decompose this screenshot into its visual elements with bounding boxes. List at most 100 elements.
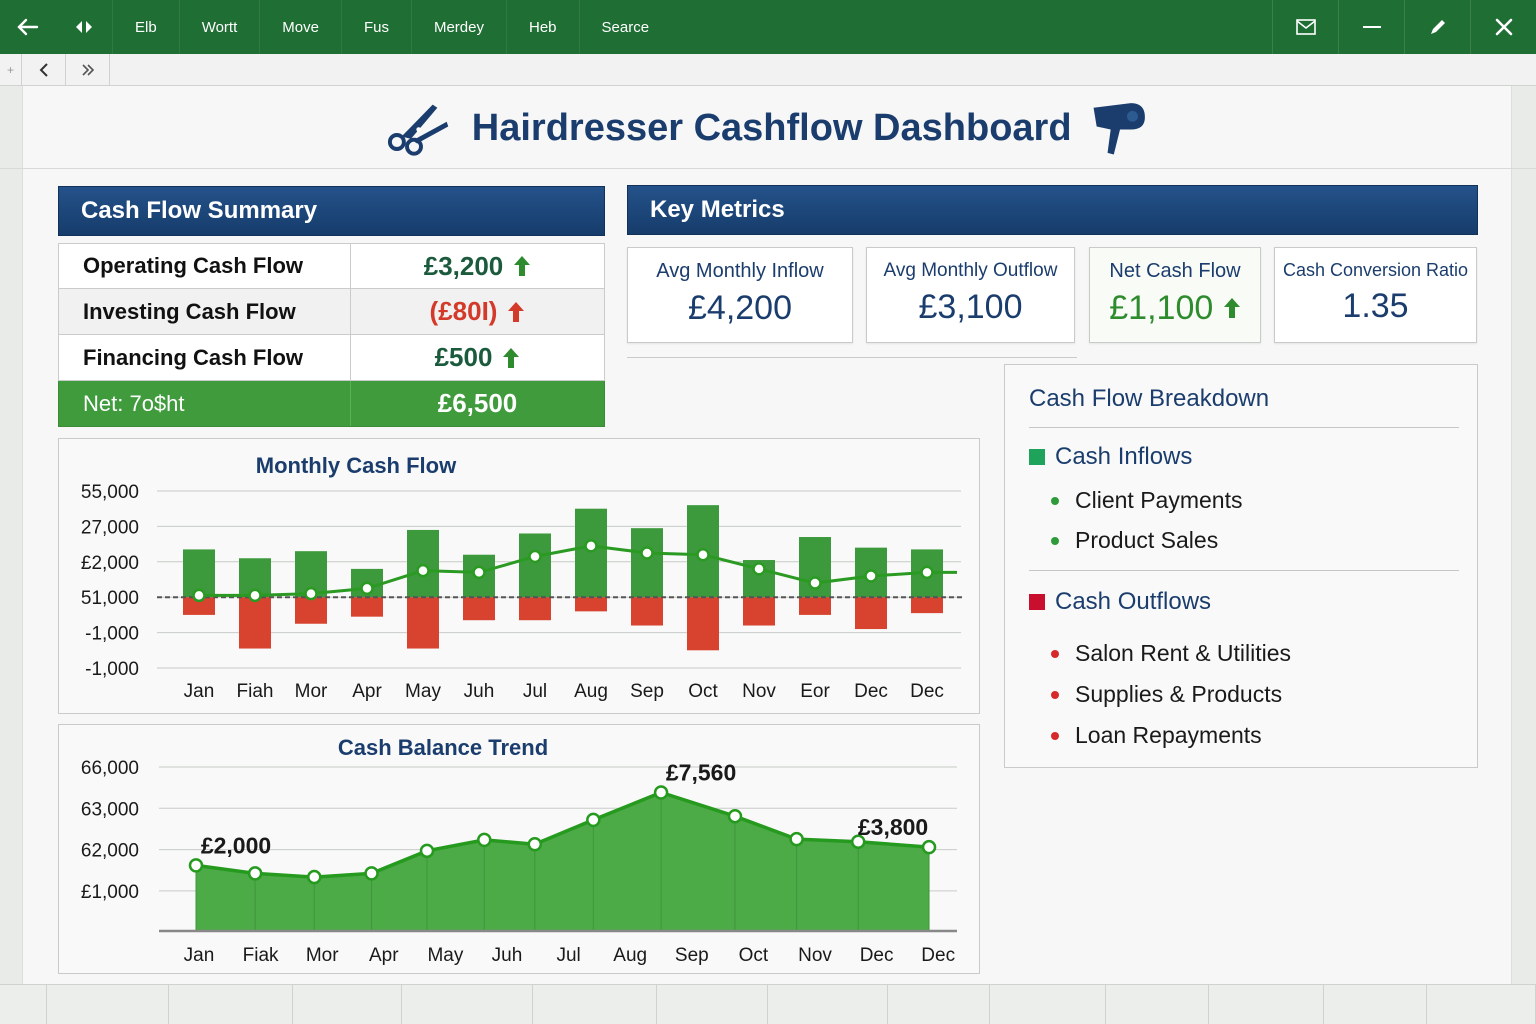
table-row: Investing Cash Flow (£80I) xyxy=(58,289,605,335)
back-arrow-icon[interactable] xyxy=(0,0,56,54)
summary-label-financing: Financing Cash Flow xyxy=(59,335,351,380)
net-point xyxy=(920,565,934,580)
menu-item-4[interactable]: Merdey xyxy=(410,0,506,54)
scissors-icon xyxy=(387,104,449,156)
metric-card-inflow: Avg Monthly Inflow £4,200 xyxy=(627,247,853,343)
menu-item-5[interactable]: Heb xyxy=(505,0,579,54)
net-point xyxy=(304,586,318,601)
balance-point xyxy=(921,839,937,855)
inflow-square-icon xyxy=(1029,449,1045,465)
dashboard-header: Hairdresser Cashflow Dashboard xyxy=(386,88,1146,168)
outflows-label: Cash Outflows xyxy=(1055,588,1212,615)
divider xyxy=(1029,427,1459,428)
outflow-bar xyxy=(687,597,719,651)
sheet-toolbar: + xyxy=(0,53,1536,86)
chevron-left-icon[interactable] xyxy=(22,53,66,86)
inflow-bar xyxy=(631,528,663,598)
inflow-bar xyxy=(575,508,607,598)
list-item: Product Sales xyxy=(1051,527,1218,554)
divider xyxy=(627,357,1077,358)
balance-point xyxy=(188,858,204,873)
metric-value: £4,200 xyxy=(688,289,792,327)
net-point xyxy=(584,539,598,553)
balance-point xyxy=(419,843,435,859)
summary-value-cell: £3,200 xyxy=(351,244,604,288)
balance-point xyxy=(789,831,804,847)
summary-value-cell: £500 xyxy=(351,335,604,380)
metric-label: Net Cash Flow xyxy=(1109,260,1241,282)
close-icon[interactable] xyxy=(1470,0,1536,54)
menu-item-1[interactable]: Wortt xyxy=(178,0,260,54)
summary-value-cell: (£80I) xyxy=(351,289,604,334)
metric-value: £3,100 xyxy=(918,288,1023,326)
plus-icon[interactable]: + xyxy=(0,53,22,86)
minimize-icon[interactable] xyxy=(1338,0,1404,54)
menu-item-2[interactable]: Move xyxy=(259,0,341,54)
data-label: £2,000 xyxy=(201,832,271,858)
list-item: Loan Repayments xyxy=(1051,722,1262,749)
x-tick-label: Jan xyxy=(184,945,215,966)
x-tick-label: Oct xyxy=(688,681,718,702)
x-tick-label: Apr xyxy=(369,945,399,966)
outflow-bar xyxy=(463,597,495,621)
net-point xyxy=(192,588,206,603)
inflow-bar xyxy=(519,533,551,598)
monthly-cashflow-svg: Monthly Cash Flow 55,000 27,000 £2,000 51,00… xyxy=(81,453,965,702)
outflow-item-label: Loan Repayments xyxy=(1075,722,1262,748)
metrics-header: Key Metrics xyxy=(627,185,1478,235)
net-point xyxy=(640,546,654,560)
menu-item-3[interactable]: Fus xyxy=(340,0,411,54)
outflow-item-label: Supplies & Products xyxy=(1075,681,1283,707)
y-tick-label: 55,000 xyxy=(81,482,139,503)
y-tick-label: £2,000 xyxy=(81,553,139,574)
y-tick-label: 62,000 xyxy=(81,841,139,862)
x-tick-label: Fiah xyxy=(237,681,274,702)
redo-diamond-icon[interactable] xyxy=(56,0,112,54)
metric-card-net: Net Cash Flow £1,100 xyxy=(1089,247,1261,343)
x-tick-label: Jan xyxy=(184,681,215,702)
net-point xyxy=(248,588,262,603)
outflow-bar xyxy=(631,597,663,626)
table-row: Financing Cash Flow £500 xyxy=(58,335,605,381)
double-chevron-icon[interactable] xyxy=(66,53,110,86)
metric-card-outflow: Avg Monthly Outflow £3,100 xyxy=(866,247,1075,343)
summary-label-operating: Operating Cash Flow xyxy=(59,244,351,288)
x-tick-label: Oct xyxy=(739,945,769,966)
balance-point xyxy=(477,832,492,848)
data-label: £7,560 xyxy=(666,760,736,786)
table-row: Operating Cash Flow £3,200 xyxy=(58,243,605,289)
outflow-bar xyxy=(743,597,775,626)
inflows-heading: Cash Inflows xyxy=(1029,443,1192,471)
metric-label: Avg Monthly Outflow xyxy=(883,260,1058,281)
menu-item-6[interactable]: Searce xyxy=(578,0,672,54)
metric-value-cell: £1,100 xyxy=(1090,289,1260,328)
balance-point xyxy=(527,837,543,852)
x-tick-label: Mor xyxy=(306,945,339,966)
pen-icon[interactable] xyxy=(1404,0,1470,54)
summary-label-investing: Investing Cash Flow xyxy=(59,289,351,334)
metric-label: Cash Conversion Ratio xyxy=(1282,260,1469,280)
mail-icon[interactable] xyxy=(1272,0,1338,54)
bullet-icon xyxy=(1051,690,1059,699)
summary-value-investing: (£80I) xyxy=(429,296,498,326)
menu-item-0[interactable]: Elb xyxy=(112,0,179,54)
x-tick-label: May xyxy=(405,681,441,702)
inflows-label: Cash Inflows xyxy=(1055,443,1193,470)
x-tick-label: Nov xyxy=(742,681,776,702)
list-item: Supplies & Products xyxy=(1051,681,1282,708)
net-point xyxy=(696,547,710,562)
arrow-up-icon xyxy=(503,347,520,368)
outflow-bar xyxy=(855,597,887,630)
balance-area xyxy=(196,792,930,931)
net-point xyxy=(808,576,822,590)
inflow-item-label: Product Sales xyxy=(1075,527,1219,553)
outflow-square-icon xyxy=(1029,594,1045,610)
sheet-gridline xyxy=(0,168,1536,169)
balance-point xyxy=(364,866,379,881)
summary-label-net: Net: 7o$ht xyxy=(59,381,351,426)
arrow-up-red-icon xyxy=(508,301,525,322)
x-tick-label: Dec xyxy=(910,681,944,702)
summary-value-operating: £3,200 xyxy=(423,250,504,281)
hair-dryer-icon xyxy=(1093,103,1145,155)
balance-point xyxy=(586,812,601,828)
